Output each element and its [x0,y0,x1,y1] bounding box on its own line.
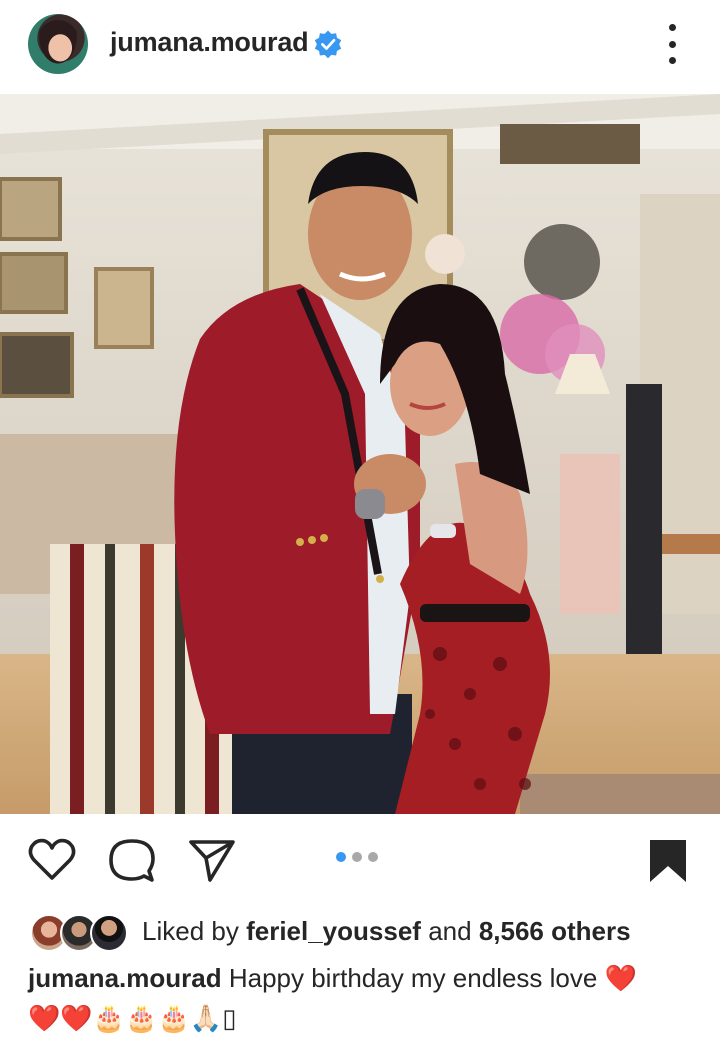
send-icon[interactable] [188,838,236,884]
likes-text: Liked by feriel_youssef and 8,566 others [142,916,631,947]
liker-username[interactable]: feriel_youssef [246,916,421,946]
caption-username[interactable]: jumana.mourad [28,963,222,993]
caption-text: Happy birthday my endless love ❤️ [228,963,637,993]
more-options-icon[interactable] [660,24,684,64]
carousel-dot [368,852,378,862]
photo-illustration [0,94,720,814]
liker-avatar [90,914,128,952]
bookmark-icon[interactable] [648,838,688,884]
likes-row[interactable]: Liked by feriel_youssef and 8,566 others [0,906,720,956]
profile-avatar[interactable] [28,14,88,74]
post-image[interactable] [0,94,720,814]
action-bar [0,814,720,906]
likes-and: and [428,916,472,946]
caption-emoji-line: ❤️❤️🎂🎂🎂🙏🏻 [28,1003,223,1033]
verified-badge-icon [314,30,342,59]
heart-icon[interactable] [28,838,76,882]
username-link[interactable]: jumana.mourad [110,27,309,58]
post-header: jumana.mourad [0,0,720,92]
likes-count[interactable]: 8,566 others [479,916,631,946]
carousel-indicator [336,852,378,862]
post-caption: jumana.mourad Happy birthday my endless … [28,958,692,1038]
caption-trailing-glyph: ▯ [222,1003,237,1033]
likes-prefix: Liked by [142,916,239,946]
carousel-dot [336,852,346,862]
comment-icon[interactable] [108,838,156,884]
carousel-dot [352,852,362,862]
